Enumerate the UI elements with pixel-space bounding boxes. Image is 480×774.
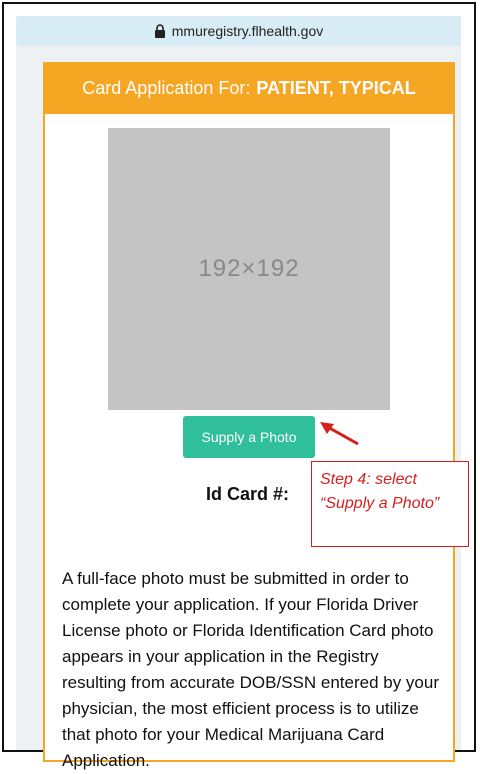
url-text: mmuregistry.flhealth.gov [171, 23, 324, 39]
card-header-prefix: Card Application For: [82, 77, 251, 98]
arrow-icon [320, 422, 359, 446]
photo-instructions: A full-face photo must be submitted in o… [62, 569, 439, 770]
address-bar[interactable]: mmuregistry.flhealth.gov [16, 16, 461, 46]
supply-photo-button[interactable]: Supply a Photo [183, 416, 315, 458]
annotation-line-1: Step 4: select [320, 471, 417, 488]
step-annotation: Step 4: select “Supply a Photo” [311, 461, 469, 547]
patient-name: PATIENT, TYPICAL [256, 77, 416, 98]
lock-icon [154, 24, 165, 38]
annotation-line-2: “Supply a Photo” [320, 495, 440, 512]
card-header: Card Application For: PATIENT, TYPICAL [43, 62, 455, 114]
photo-placeholder: 192×192 [108, 128, 390, 410]
photo-placeholder-text: 192×192 [198, 255, 300, 282]
id-card-label: Id Card #: [206, 484, 290, 504]
